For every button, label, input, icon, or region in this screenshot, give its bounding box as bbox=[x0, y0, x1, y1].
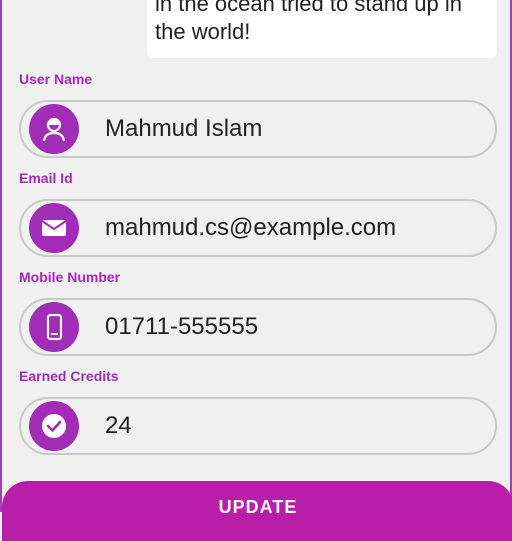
user-name-value: Mahmud Islam bbox=[105, 115, 263, 142]
email-field[interactable]: mahmud.cs@example.com bbox=[19, 199, 497, 257]
credits-value: 24 bbox=[105, 412, 132, 439]
email-value: mahmud.cs@example.com bbox=[105, 214, 397, 241]
user-name-label: User Name bbox=[19, 71, 93, 87]
mobile-field[interactable]: 01711-555555 bbox=[19, 298, 497, 356]
check-circle-icon bbox=[29, 401, 79, 451]
mobile-label: Mobile Number bbox=[19, 269, 121, 285]
quote-card: in the ocean tried to stand up in the wo… bbox=[147, 0, 497, 58]
credits-label: Earned Credits bbox=[19, 368, 119, 384]
user-icon bbox=[29, 104, 79, 154]
profile-screen: in the ocean tried to stand up in the wo… bbox=[0, 0, 512, 541]
quote-text: in the ocean tried to stand up in the wo… bbox=[155, 0, 462, 44]
mobile-value: 01711-555555 bbox=[105, 313, 259, 340]
envelope-icon bbox=[29, 203, 79, 253]
email-label: Email Id bbox=[19, 170, 73, 186]
user-name-field[interactable]: Mahmud Islam bbox=[19, 100, 497, 158]
mobile-phone-icon bbox=[29, 302, 79, 352]
credits-field[interactable]: 24 bbox=[19, 397, 497, 455]
update-button[interactable]: UPDATE bbox=[2, 481, 512, 541]
